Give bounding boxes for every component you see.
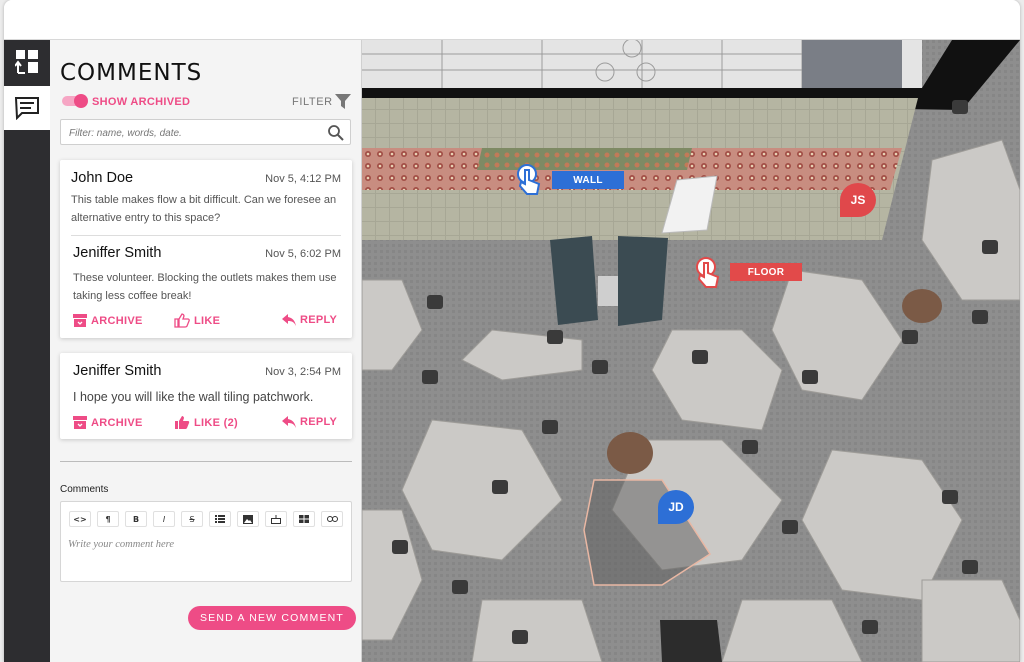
avatar-jd[interactable]: JD	[658, 490, 694, 524]
panel-divider	[60, 461, 352, 462]
archive-button[interactable]: ARCHIVE	[73, 416, 143, 429]
sidebar-item-dashboard[interactable]	[4, 40, 50, 84]
image-button[interactable]	[237, 511, 259, 527]
comment-date: Nov 5, 4:12 PM	[265, 173, 341, 185]
comment-author: Jeniffer Smith	[73, 363, 162, 379]
code-button[interactable]: <>	[69, 511, 91, 527]
reply-label: REPLY	[300, 416, 338, 428]
comments-icon	[14, 97, 39, 120]
comment-text-line: These volunteer. Blocking the outlets ma…	[73, 272, 337, 284]
floor-plan-render	[362, 40, 1020, 662]
comment-text: This table makes flow a bit difficult. C…	[71, 191, 336, 227]
comment-date: Nov 3, 2:54 PM	[265, 366, 341, 378]
app-window: COMMENTS SHOW ARCHIVED FILTER John Doe N…	[4, 0, 1020, 662]
filter-icon[interactable]	[334, 93, 352, 110]
archive-button[interactable]: ARCHIVE	[73, 314, 143, 327]
like-label: LIKE (2)	[194, 416, 238, 429]
comment-input-placeholder[interactable]: Write your comment here	[68, 539, 174, 550]
search-icon[interactable]	[327, 124, 344, 141]
comment-date: Nov 5, 6:02 PM	[265, 248, 341, 260]
embed-button[interactable]	[265, 511, 287, 527]
toggle-knob[interactable]	[74, 94, 88, 108]
link-button[interactable]	[321, 511, 343, 527]
reply-label: REPLY	[300, 314, 338, 326]
filter-label[interactable]: FILTER	[292, 96, 333, 108]
search-box	[60, 119, 351, 145]
send-comment-button[interactable]: SEND A NEW COMMENT	[188, 606, 356, 630]
reply-icon	[282, 416, 296, 428]
like-button[interactable]: LIKE	[174, 313, 220, 328]
comment-text-line: taking less coffee break!	[73, 290, 192, 302]
wall-marker-label[interactable]: WALL	[552, 171, 624, 189]
composer-label: Comments	[60, 484, 109, 495]
comment-author: Jeniffer Smith	[73, 245, 162, 261]
comment-text-line: alternative entry to this space?	[71, 212, 221, 224]
list-button[interactable]	[209, 511, 231, 527]
wall-pointer-icon[interactable]	[515, 164, 545, 202]
strikethrough-button[interactable]: S	[181, 511, 203, 527]
floor-pointer-icon[interactable]	[694, 257, 724, 295]
panel-title: COMMENTS	[60, 60, 203, 86]
archive-label: ARCHIVE	[91, 314, 143, 327]
reply-icon	[282, 314, 296, 326]
sidebar-rail	[4, 40, 50, 662]
bold-button[interactable]: B	[125, 511, 147, 527]
comment-text: These volunteer. Blocking the outlets ma…	[73, 269, 337, 305]
table-icon	[299, 515, 309, 523]
comment-text-line: This table makes flow a bit difficult. C…	[71, 194, 337, 206]
italic-button[interactable]: I	[153, 511, 175, 527]
show-archived-toggle[interactable]	[62, 94, 88, 108]
reply-button[interactable]: REPLY	[282, 314, 337, 326]
embed-icon	[271, 514, 281, 524]
like-label: LIKE	[194, 314, 221, 327]
3d-viewport[interactable]: WALL FLOOR JS JD	[362, 40, 1020, 662]
image-icon	[243, 514, 253, 524]
link-icon	[326, 516, 338, 522]
search-input[interactable]	[69, 124, 319, 142]
comment-editor[interactable]: <> ¶ B I S Write your comment here	[60, 501, 352, 582]
top-bar	[4, 0, 1020, 40]
paragraph-button[interactable]: ¶	[97, 511, 119, 527]
sidebar-item-comments[interactable]	[4, 86, 50, 130]
archive-icon	[73, 314, 87, 327]
floor-marker-label[interactable]: FLOOR	[730, 263, 802, 281]
comment-thread: John Doe Nov 5, 4:12 PM This table makes…	[60, 160, 352, 338]
like-button[interactable]: LIKE (2)	[174, 415, 238, 430]
archive-label: ARCHIVE	[91, 416, 143, 429]
comments-panel: COMMENTS SHOW ARCHIVED FILTER John Doe N…	[50, 40, 362, 662]
show-archived-label[interactable]: SHOW ARCHIVED	[92, 96, 190, 108]
thumbs-up-outline-icon	[174, 313, 190, 328]
avatar-js[interactable]: JS	[840, 183, 876, 217]
comment-thread: Jeniffer Smith Nov 3, 2:54 PM I hope you…	[60, 353, 352, 439]
reply-divider	[71, 235, 341, 236]
dashboard-icon	[15, 50, 38, 74]
comment-text: I hope you will like the wall tiling pat…	[73, 390, 314, 404]
list-icon	[215, 515, 225, 523]
table-button[interactable]	[293, 511, 315, 527]
reply-button[interactable]: REPLY	[282, 416, 337, 428]
thumbs-up-filled-icon	[175, 416, 190, 429]
archive-icon	[73, 416, 87, 429]
comment-author: John Doe	[71, 170, 134, 186]
